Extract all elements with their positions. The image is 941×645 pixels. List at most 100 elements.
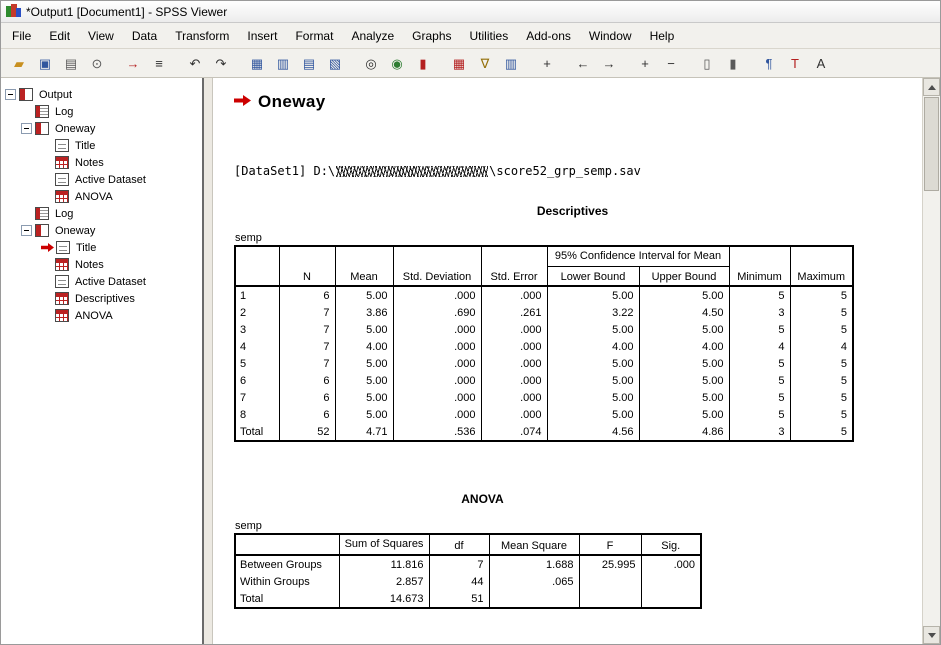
sidebar-item-anova-2[interactable]: ANOVA xyxy=(73,310,115,322)
run-script-button[interactable]: ▮ xyxy=(411,51,435,75)
export-button[interactable]: → xyxy=(121,51,145,75)
redo-icon: ↷ xyxy=(216,57,227,70)
column-header: Lower Bound xyxy=(547,267,639,287)
variables-button[interactable]: ▤ xyxy=(297,51,321,75)
print-button[interactable]: ▤ xyxy=(59,51,83,75)
table-row: 7 6 5.00 .000 .000 5.00 5.00 5 5 xyxy=(235,389,853,406)
tree-row: Title xyxy=(1,137,202,154)
column-header: F xyxy=(579,534,641,555)
cell: 5.00 xyxy=(335,286,393,304)
recall-dialogs-icon: ≡ xyxy=(155,57,163,70)
split-file-button[interactable]: ▦ xyxy=(447,51,471,75)
sidebar-item-output[interactable]: Output xyxy=(37,89,74,101)
sidebar-item-log-2[interactable]: Log xyxy=(53,208,75,220)
expander-oneway-1[interactable] xyxy=(21,123,32,134)
sidebar-item-anova-1[interactable]: ANOVA xyxy=(73,191,115,203)
cell: .000 xyxy=(481,355,547,372)
insert-text-button[interactable]: A xyxy=(809,51,833,75)
table-header-row: Sum of Squares df Mean Square F Sig. xyxy=(235,534,701,555)
split-file-icon: ▦ xyxy=(453,57,465,70)
vertical-scrollbar[interactable] xyxy=(922,78,940,644)
use-sets-icon: ▧ xyxy=(329,57,341,70)
cell: 5.00 xyxy=(639,406,729,423)
anova-table[interactable]: Sum of Squares df Mean Square F Sig. Bet… xyxy=(234,533,702,609)
sidebar-item-log-1[interactable]: Log xyxy=(53,106,75,118)
designate-window-button[interactable]: ◉ xyxy=(385,51,409,75)
sidebar-item-oneway-2[interactable]: Oneway xyxy=(53,225,97,237)
notes-icon xyxy=(55,258,69,271)
expander-output[interactable] xyxy=(5,89,16,100)
menu-window[interactable]: Window xyxy=(580,26,641,46)
tree-row: Output xyxy=(1,86,202,103)
pane-splitter[interactable] xyxy=(204,78,213,644)
menu-addons[interactable]: Add-ons xyxy=(517,26,580,46)
menu-edit[interactable]: Edit xyxy=(40,26,79,46)
sidebar-item-title-2[interactable]: Title xyxy=(74,242,98,254)
variables-icon: ▤ xyxy=(303,57,315,70)
sidebar-item-title-1[interactable]: Title xyxy=(73,140,97,152)
scrollbar-track[interactable] xyxy=(923,192,940,626)
promote-button[interactable]: ← xyxy=(571,51,595,75)
scroll-down-button[interactable] xyxy=(923,626,940,644)
select-last-output-button[interactable]: ◎ xyxy=(359,51,383,75)
sidebar-item-descriptives[interactable]: Descriptives xyxy=(73,293,137,305)
descriptives-table[interactable]: N Mean Std. Deviation Std. Error 95% Con… xyxy=(234,245,854,442)
insert-title-button[interactable]: T xyxy=(783,51,807,75)
menu-graphs[interactable]: Graphs xyxy=(403,26,460,46)
show-button[interactable]: ▯ xyxy=(695,51,719,75)
scrollbar-thumb[interactable] xyxy=(924,97,939,191)
goto-data-button[interactable]: ▦ xyxy=(245,51,269,75)
sidebar-item-active-dataset-1[interactable]: Active Dataset xyxy=(73,174,148,186)
demote-button[interactable]: → xyxy=(597,51,621,75)
use-sets-button[interactable]: ▧ xyxy=(323,51,347,75)
move-button[interactable]: + xyxy=(535,51,559,75)
menu-analyze[interactable]: Analyze xyxy=(342,26,403,46)
table-row: Total 14.673 51 xyxy=(235,590,701,608)
table-row: 4 7 4.00 .000 .000 4.00 4.00 4 4 xyxy=(235,338,853,355)
print-preview-button[interactable]: ⊙ xyxy=(85,51,109,75)
menu-transform[interactable]: Transform xyxy=(166,26,238,46)
expander-oneway-2[interactable] xyxy=(21,225,32,236)
select-cases-button[interactable]: ∇ xyxy=(473,51,497,75)
scroll-up-button[interactable] xyxy=(923,78,940,96)
goto-data-icon: ▦ xyxy=(251,57,263,70)
designate-window-icon: ◉ xyxy=(391,57,402,70)
redo-button[interactable]: ↷ xyxy=(209,51,233,75)
open-button[interactable]: ▰ xyxy=(7,51,31,75)
menu-format[interactable]: Format xyxy=(286,26,342,46)
title-page-icon xyxy=(55,139,69,152)
cell: .074 xyxy=(481,423,547,441)
sidebar-item-active-dataset-2[interactable]: Active Dataset xyxy=(73,276,148,288)
cell: 5 xyxy=(790,423,853,441)
sidebar-item-notes-1[interactable]: Notes xyxy=(73,157,106,169)
menu-file[interactable]: File xyxy=(3,26,40,46)
menu-data[interactable]: Data xyxy=(123,26,166,46)
menu-view[interactable]: View xyxy=(79,26,123,46)
cell: 51 xyxy=(429,590,489,608)
collapse-button[interactable]: − xyxy=(659,51,683,75)
menu-insert[interactable]: Insert xyxy=(238,26,286,46)
anova-table-icon xyxy=(55,309,69,322)
sidebar-item-notes-2[interactable]: Notes xyxy=(73,259,106,271)
active-dataset-icon xyxy=(55,173,69,186)
save-button[interactable]: ▣ xyxy=(33,51,57,75)
weight-cases-button[interactable]: ▥ xyxy=(499,51,523,75)
recall-dialogs-button[interactable]: ≡ xyxy=(147,51,171,75)
cell: 7 xyxy=(279,338,335,355)
menu-help[interactable]: Help xyxy=(641,26,684,46)
descriptives-table-icon xyxy=(55,292,69,305)
oneway-book-icon xyxy=(35,122,49,135)
move-icon: + xyxy=(543,57,551,70)
undo-button[interactable]: ↶ xyxy=(183,51,207,75)
sidebar-item-oneway-1[interactable]: Oneway xyxy=(53,123,97,135)
menu-utilities[interactable]: Utilities xyxy=(461,26,518,46)
goto-case-button[interactable]: ▥ xyxy=(271,51,295,75)
toolbar: ▰ ▣ ▤ ⊙ → ≡ ↶ ↷ ▦ ▥ ▤ ▧ ◎ ◉ ▮ ▦ ∇ ▥ + ← … xyxy=(1,49,940,78)
cell: 5 xyxy=(790,372,853,389)
insert-heading-button[interactable]: ¶ xyxy=(757,51,781,75)
hide-button[interactable]: ▮ xyxy=(721,51,745,75)
title-page-icon xyxy=(56,241,70,254)
output-book-icon xyxy=(19,88,33,101)
tree-row: Notes xyxy=(1,256,202,273)
expand-button[interactable]: + xyxy=(633,51,657,75)
